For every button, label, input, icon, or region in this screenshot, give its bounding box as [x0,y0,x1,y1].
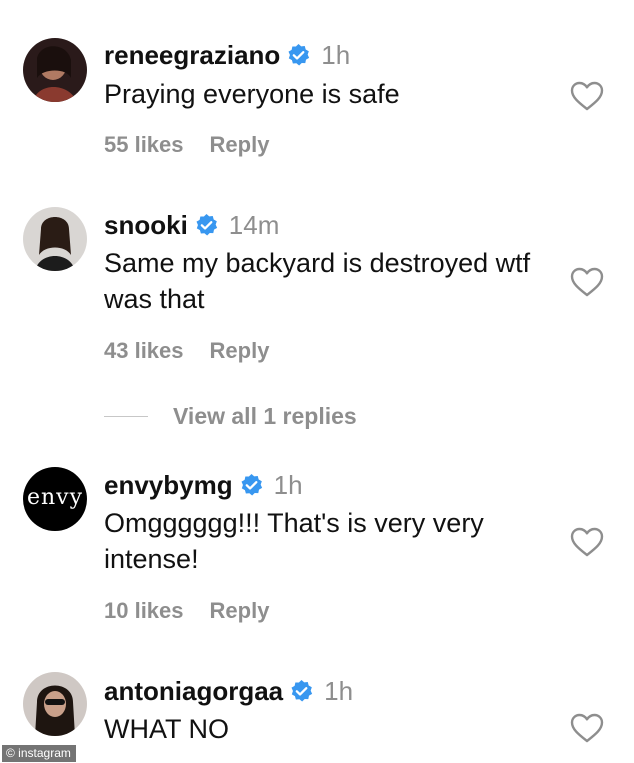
likes-count[interactable]: 55 likes [104,132,184,157]
comment-timestamp: 14m [228,210,280,240]
likes-count[interactable]: 10 likes [104,598,184,623]
comment-username[interactable]: antoniagorgaa [104,676,283,707]
comment-text: Same my backyard is destroyed wtf was th… [104,248,531,314]
verified-badge-icon [239,473,264,498]
verified-badge-icon [194,213,219,238]
heart-outline-icon[interactable] [570,267,604,297]
comment-text: Omgggggg!!! That's is very very intense! [104,508,484,574]
heart-outline-icon[interactable] [570,713,604,743]
comment-username[interactable]: envybymg [104,470,233,501]
comment-username[interactable]: reneegraziano [104,40,280,71]
reply-button[interactable]: Reply [210,132,270,157]
heart-outline-icon[interactable] [570,527,604,557]
avatar-envybymg[interactable]: envy [23,467,87,531]
avatar-snooki[interactable] [23,207,87,271]
instagram-watermark: © instagram [2,745,76,762]
view-replies-label[interactable]: View all 1 replies [173,403,357,430]
heart-outline-icon[interactable] [570,81,604,111]
reply-button[interactable]: Reply [210,338,270,363]
comment-timestamp: 1h [321,40,351,70]
view-replies-link[interactable]: View all 1 replies [104,403,357,430]
avatar-reneegraziano[interactable] [23,38,87,102]
verified-badge-icon [286,43,311,68]
reply-button[interactable]: Reply [210,598,270,623]
likes-count[interactable]: 43 likes [104,338,184,363]
verified-badge-icon [289,679,314,704]
comment-text: Praying everyone is safe [104,79,400,109]
comment-timestamp: 1h [324,676,354,706]
avatar-antoniagorgaa[interactable] [23,672,87,736]
comment-timestamp: 1h [273,470,303,500]
replies-divider [104,416,148,417]
comment-text: WHAT NO [104,714,229,744]
avatar-logo-text: envy [26,484,84,510]
comment-username[interactable]: snooki [104,210,188,241]
